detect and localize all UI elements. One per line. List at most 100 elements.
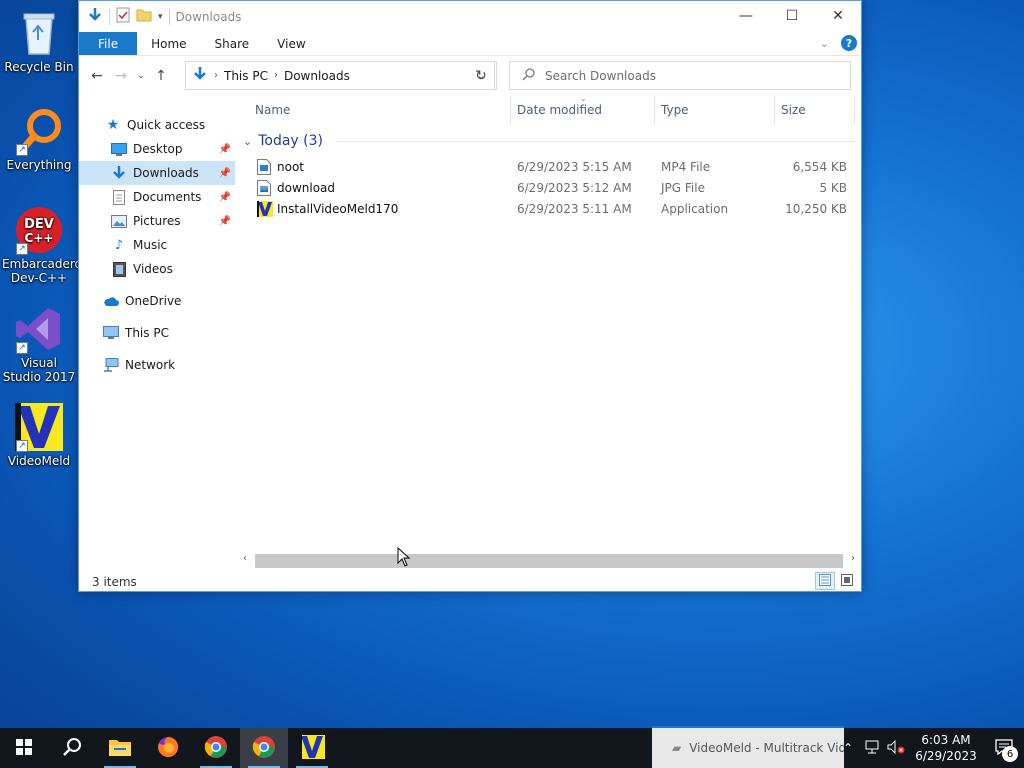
refresh-button[interactable]: ↻ (466, 61, 497, 90)
nav-item-this-pc[interactable]: This PC (79, 321, 235, 345)
nav-item-documents[interactable]: Documents 📌 (79, 185, 235, 209)
group-label: Today (3) (258, 133, 323, 149)
taskbar-chrome-profile-2[interactable] (240, 728, 288, 768)
file-type: Application (661, 202, 729, 216)
minimize-button[interactable]: — (723, 1, 769, 31)
star-icon: ★ (106, 117, 120, 133)
window-title: Downloads (175, 9, 242, 24)
navigation-pane: ★ Quick access Desktop 📌 Downloads 📌 Doc… (79, 96, 235, 566)
forward-arrow-icon: → (115, 68, 127, 84)
maximize-button[interactable]: ☐ (769, 1, 815, 31)
nav-item-music[interactable]: ♪ Music (79, 233, 235, 257)
chevron-right-icon: › (214, 70, 218, 81)
large-icons-view-button[interactable] (837, 572, 857, 590)
volume-muted-icon[interactable] (884, 739, 908, 757)
clock-date: 6/29/2023 (915, 749, 977, 763)
table-row[interactable]: download 6/29/2023 5:12 AM JPG File 5 KB (239, 178, 859, 199)
taskbar-preview-strip[interactable]: ▰ VideoMeld - Multitrack Vid (652, 726, 844, 768)
nav-item-label: OneDrive (125, 294, 182, 308)
scroll-left-icon[interactable]: ‹ (243, 553, 247, 564)
pin-icon: 📌 (218, 215, 231, 227)
desktop-icon-recycle-bin[interactable]: Recycle Bin (2, 8, 76, 74)
details-view-icon (819, 573, 831, 589)
desktop-icon-videomeld[interactable]: ↗ VideoMeld (2, 402, 76, 468)
svg-text:C++: C++ (25, 231, 54, 245)
desktop-icon-devcpp[interactable]: DEV C++ ↗ Embarcadero Dev-C++ (2, 205, 82, 285)
search-button[interactable] (48, 728, 96, 768)
nav-item-quick-access[interactable]: ★ Quick access (79, 113, 235, 137)
start-button[interactable] (0, 728, 48, 768)
back-button[interactable]: ← (85, 68, 109, 84)
taskbar-chrome-profile-1[interactable] (192, 728, 240, 768)
file-type: MP4 File (661, 160, 711, 174)
group-header-today[interactable]: ⌄ Today (3) (243, 133, 855, 149)
videomeld-app-icon (257, 201, 273, 217)
tab-view[interactable]: View (263, 32, 319, 55)
taskbar-firefox[interactable] (144, 728, 192, 768)
windows-logo-icon (16, 738, 32, 758)
chevron-down-icon: ⌄ (137, 71, 145, 81)
tab-share[interactable]: Share (201, 32, 264, 55)
file-type: JPG File (661, 181, 705, 195)
nav-item-videos[interactable]: Videos (79, 257, 235, 281)
chevron-right-icon: › (273, 70, 278, 81)
scroll-right-icon[interactable]: › (851, 553, 855, 564)
table-row[interactable]: InstallVideoMeld170 6/29/2023 5:11 AM Ap… (239, 199, 859, 220)
nav-item-pictures[interactable]: Pictures 📌 (79, 209, 235, 233)
tab-file[interactable]: File (79, 32, 138, 55)
details-view-button[interactable] (815, 572, 835, 590)
desktop-icon-label: Visual Studio 2017 (2, 356, 76, 384)
recent-locations-button[interactable]: ⌄ (133, 71, 149, 81)
close-button[interactable]: ✕ (815, 1, 861, 31)
breadcrumb-this-pc[interactable]: This PC (224, 69, 268, 83)
search-placeholder: Search Downloads (545, 68, 656, 83)
large-icons-view-icon (841, 573, 853, 589)
nav-item-desktop[interactable]: Desktop 📌 (79, 137, 235, 161)
firefox-icon (156, 735, 180, 762)
file-name: noot (277, 160, 304, 174)
properties-icon[interactable] (116, 7, 130, 26)
new-folder-icon[interactable] (136, 8, 152, 25)
sort-indicator-icon: ⌄ (580, 94, 587, 103)
network-status-icon[interactable] (860, 740, 884, 757)
nav-item-downloads[interactable]: Downloads 📌 (79, 161, 235, 185)
nav-item-onedrive[interactable]: OneDrive (79, 289, 235, 313)
address-bar[interactable]: › This PC › Downloads ⌄ (185, 61, 495, 90)
scrollbar-thumb[interactable] (255, 554, 843, 568)
clock-time: 6:03 AM (921, 733, 971, 747)
file-name: InstallVideoMeld170 (277, 202, 399, 216)
file-name: download (277, 181, 336, 195)
file-list: Name Date modified Type Size ⌄ ⌄ Today (… (239, 94, 859, 566)
desktop-icon-everything[interactable]: ↗ Everything (2, 106, 76, 172)
nav-item-label: Desktop (133, 142, 183, 156)
preview-app-icon: ▰ (672, 741, 682, 755)
action-center-button[interactable]: 6 (984, 728, 1024, 768)
forward-button[interactable]: → (109, 68, 133, 84)
maximize-icon: ☐ (785, 8, 799, 24)
breadcrumb-downloads[interactable]: Downloads (284, 69, 350, 83)
tab-home[interactable]: Home (137, 32, 200, 55)
table-row[interactable]: noot 6/29/2023 5:15 AM MP4 File 6,554 KB (239, 157, 859, 178)
search-box[interactable]: Search Downloads (509, 61, 851, 90)
pin-icon: 📌 (218, 143, 231, 155)
minimize-icon: — (739, 8, 753, 24)
customize-toolbar-icon[interactable]: ▾ (158, 12, 163, 22)
computer-icon (103, 326, 119, 340)
up-button[interactable]: ↑ (149, 68, 173, 84)
file-size: 10,250 KB (785, 202, 847, 216)
column-header-size[interactable]: Size (775, 96, 855, 124)
desktop-icon-label: Embarcadero Dev-C++ (2, 257, 82, 285)
nav-item-network[interactable]: Network (79, 353, 235, 377)
taskbar-file-explorer[interactable] (96, 728, 144, 768)
column-header-name[interactable]: Name (249, 96, 511, 124)
help-icon[interactable]: ? (841, 35, 857, 51)
column-header-type[interactable]: Type (655, 96, 775, 124)
taskbar-videomeld[interactable] (288, 728, 336, 768)
shortcut-arrow-icon: ↗ (16, 342, 28, 354)
desktop-icon-visual-studio[interactable]: ↗ Visual Studio 2017 (2, 304, 76, 384)
download-folder-icon (87, 7, 103, 26)
clock[interactable]: 6:03 AM 6/29/2023 (908, 732, 984, 764)
file-date: 6/29/2023 5:11 AM (517, 202, 632, 216)
horizontal-scrollbar[interactable]: ‹ › (239, 552, 859, 570)
expand-ribbon-icon[interactable]: ⌄ (820, 37, 829, 50)
